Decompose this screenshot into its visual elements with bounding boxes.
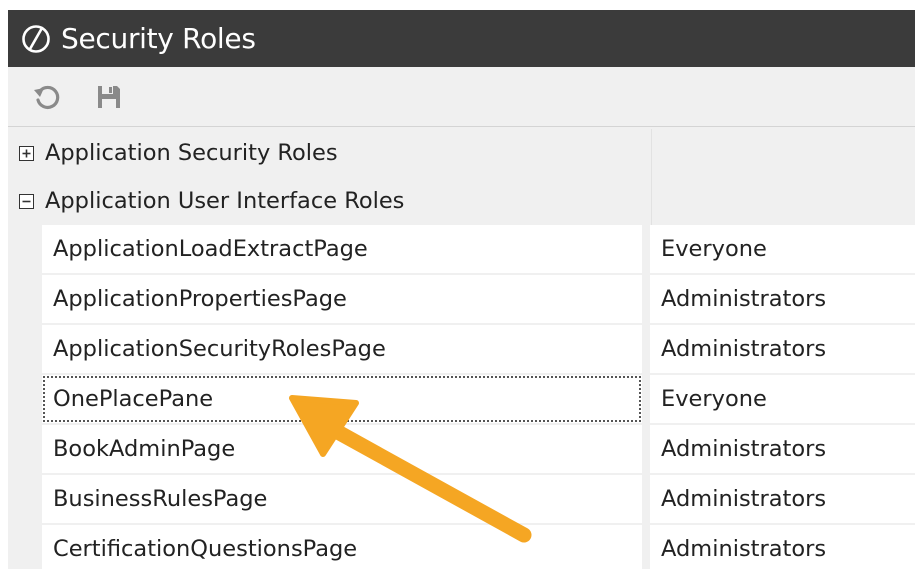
collapse-minus-icon[interactable]	[19, 193, 34, 209]
group-application-security-roles[interactable]: Application Security Roles	[8, 129, 915, 177]
table-row[interactable]: ApplicationLoadExtractPage Everyone	[42, 225, 915, 273]
page-name-cell-focused[interactable]: OnePlacePane	[42, 375, 642, 423]
onestream-logo-icon	[20, 23, 52, 55]
table-row[interactable]: BusinessRulesPage Administrators	[42, 475, 915, 523]
security-role-cell[interactable]: Everyone	[650, 225, 915, 273]
security-role-cell[interactable]: Administrators	[650, 475, 915, 523]
save-icon[interactable]	[92, 80, 126, 114]
page-name-cell[interactable]: ApplicationSecurityRolesPage	[42, 325, 642, 373]
toolbar	[8, 67, 915, 127]
table-row[interactable]: CertificationQuestionsPage Administrator…	[42, 525, 915, 573]
security-role-cell[interactable]: Everyone	[650, 375, 915, 423]
page-name-cell[interactable]: BusinessRulesPage	[42, 475, 642, 523]
title-bar: Security Roles	[8, 10, 915, 67]
page-name-cell[interactable]: BookAdminPage	[42, 425, 642, 473]
group-role-cell	[651, 129, 915, 177]
group-label: Application Security Roles	[45, 140, 338, 166]
group-role-cell	[651, 177, 915, 225]
security-role-cell[interactable]: Administrators	[650, 425, 915, 473]
table-row[interactable]: BookAdminPage Administrators	[42, 425, 915, 473]
page-name-cell[interactable]: CertificationQuestionsPage	[42, 525, 642, 573]
table-row[interactable]: ApplicationSecurityRolesPage Administrat…	[42, 325, 915, 373]
roles-tree-grid: Application Security Roles Application U…	[8, 127, 915, 573]
table-row[interactable]: OnePlacePane Everyone	[42, 375, 915, 423]
expand-plus-icon[interactable]	[19, 145, 34, 161]
table-row[interactable]: ApplicationPropertiesPage Administrators	[42, 275, 915, 323]
group-application-user-interface-roles[interactable]: Application User Interface Roles	[8, 177, 915, 225]
page-name-cell[interactable]: ApplicationLoadExtractPage	[42, 225, 642, 273]
page-title: Security Roles	[61, 22, 256, 55]
security-role-cell[interactable]: Administrators	[650, 525, 915, 573]
refresh-icon[interactable]	[30, 80, 64, 114]
page-name-cell[interactable]: ApplicationPropertiesPage	[42, 275, 642, 323]
security-role-cell[interactable]: Administrators	[650, 275, 915, 323]
security-role-cell[interactable]: Administrators	[650, 325, 915, 373]
group-label: Application User Interface Roles	[45, 188, 405, 214]
